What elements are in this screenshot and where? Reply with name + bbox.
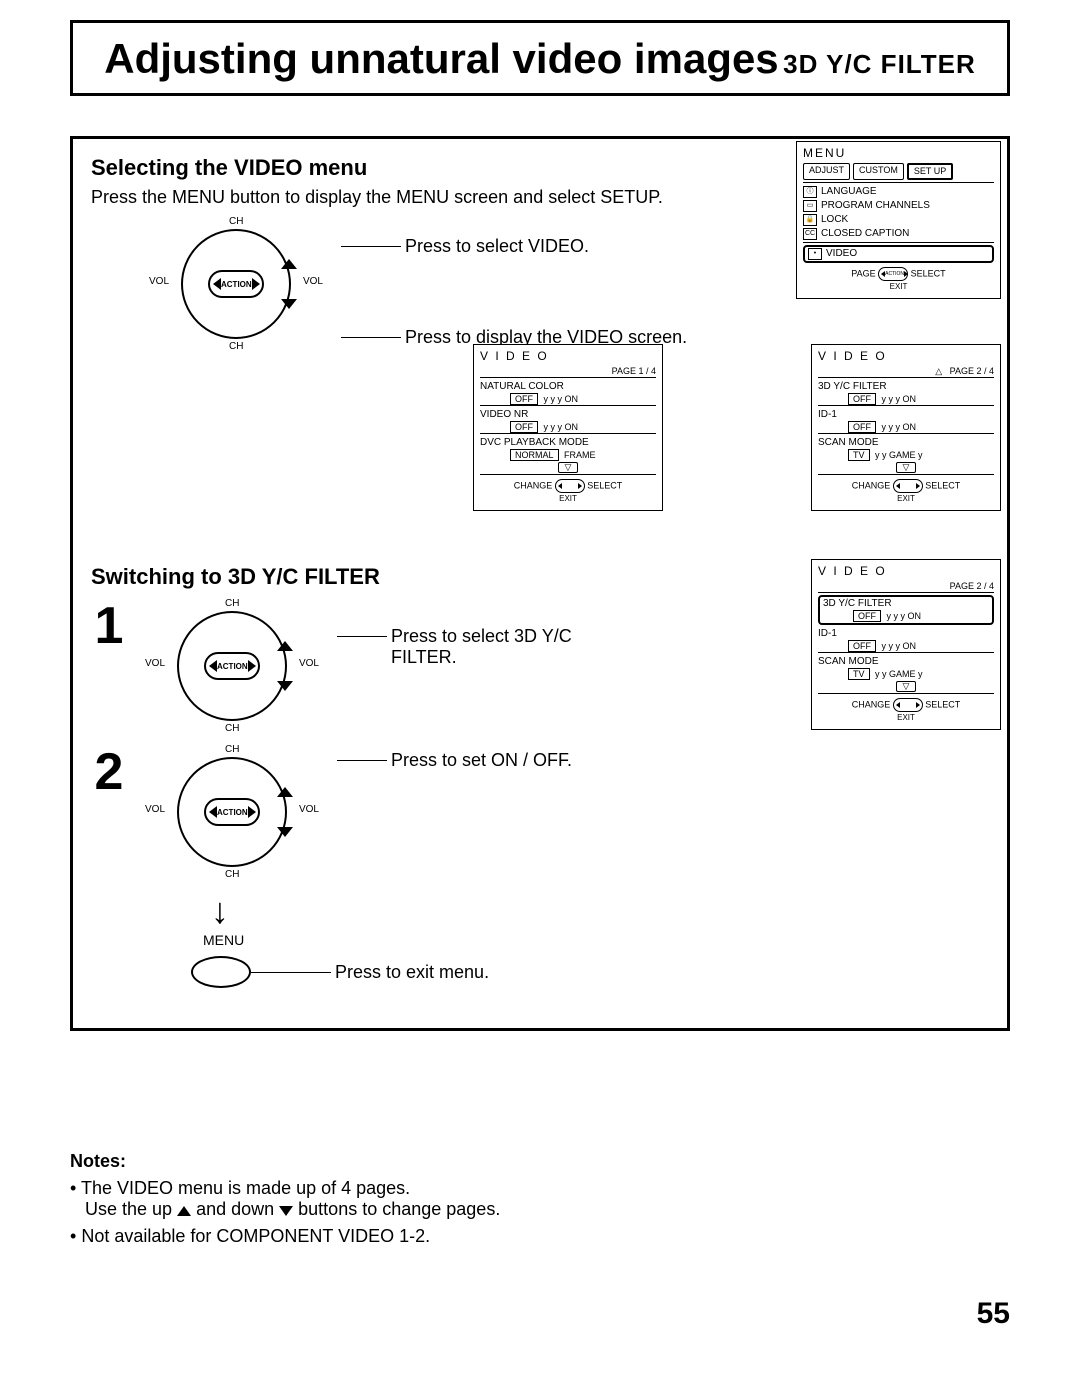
- instr-exit-menu: Press to exit menu.: [335, 962, 489, 983]
- remote-nav-diagram-3: CH CH VOL VOL ACTION: [127, 742, 337, 882]
- main-instruction-frame: Selecting the VIDEO menu Press the MENU …: [70, 136, 1010, 1031]
- notes-heading: Notes:: [70, 1151, 1010, 1172]
- remote-nav-diagram-2: CH CH VOL VOL ACTION: [127, 596, 337, 736]
- title-sub: 3D Y/C FILTER: [783, 49, 976, 79]
- step-2-number: 2: [91, 742, 127, 802]
- osd-tab-adjust: ADJUST: [803, 163, 850, 180]
- tv-icon: ▭: [803, 200, 817, 212]
- notes-section: Notes: • The VIDEO menu is made up of 4 …: [70, 1151, 1010, 1247]
- note-1: The VIDEO menu is made up of 4 pages.: [81, 1178, 410, 1198]
- nav-left-icon: [213, 278, 221, 290]
- nav-right-icon: [252, 278, 260, 290]
- osd-video-page1: V I D E O PAGE 1 / 4 NATURAL COLOR OFF y…: [473, 344, 663, 511]
- nav-vol-left: VOL: [149, 276, 169, 287]
- video-icon: •: [808, 248, 822, 260]
- instr-select-3dyc: Press to select 3D Y/C FILTER.: [391, 626, 581, 668]
- osd-menu-title: MENU: [803, 146, 994, 160]
- nav-ch-bot: CH: [229, 341, 243, 352]
- instr-set-on-off: Press to set ON / OFF.: [391, 750, 572, 771]
- page-number: 55: [70, 1297, 1010, 1331]
- osd-menu: MENU ADJUST CUSTOM SET UP ⓘLANGUAGE ▭PRO…: [796, 141, 1001, 299]
- page-down-icon: ▽: [558, 462, 579, 473]
- globe-icon: ⓘ: [803, 186, 817, 198]
- nav-vol-right: VOL: [303, 276, 323, 287]
- triangle-down-icon: [279, 1206, 293, 1216]
- lock-icon: 🔒: [803, 214, 817, 226]
- menu-button-icon: [191, 956, 251, 988]
- osd-tab-custom: CUSTOM: [853, 163, 904, 180]
- triangle-up-icon: [177, 1206, 191, 1216]
- page-title-box: Adjusting unnatural video images 3D Y/C …: [70, 20, 1010, 96]
- mini-nav-icon: ACTION: [878, 267, 908, 281]
- nav-ch-top: CH: [229, 216, 243, 227]
- instr-select-video: Press to select VIDEO.: [405, 236, 589, 257]
- note-2: Not available for COMPONENT VIDEO 1-2.: [81, 1226, 430, 1246]
- arrow-down-icon: ↓: [211, 890, 997, 932]
- title-main: Adjusting unnatural video images: [104, 35, 778, 82]
- menu-btn-label: MENU: [203, 932, 997, 948]
- remote-nav-diagram-1: CH CH VOL VOL ACTION: [131, 214, 341, 354]
- osd-tab-setup: SET UP: [907, 163, 953, 180]
- nav-action-label: ACTION: [221, 280, 252, 289]
- nav-down-icon: [281, 299, 297, 309]
- nav-up-icon: [281, 259, 297, 269]
- cc-icon: CC: [803, 228, 817, 240]
- osd-video-page2-bottom: V I D E O PAGE 2 / 4 3D Y/C FILTER OFF y…: [811, 559, 1001, 730]
- osd-video-page2-top: V I D E O △ PAGE 2 / 4 3D Y/C FILTER OFF…: [811, 344, 1001, 511]
- step-1-number: 1: [91, 596, 127, 656]
